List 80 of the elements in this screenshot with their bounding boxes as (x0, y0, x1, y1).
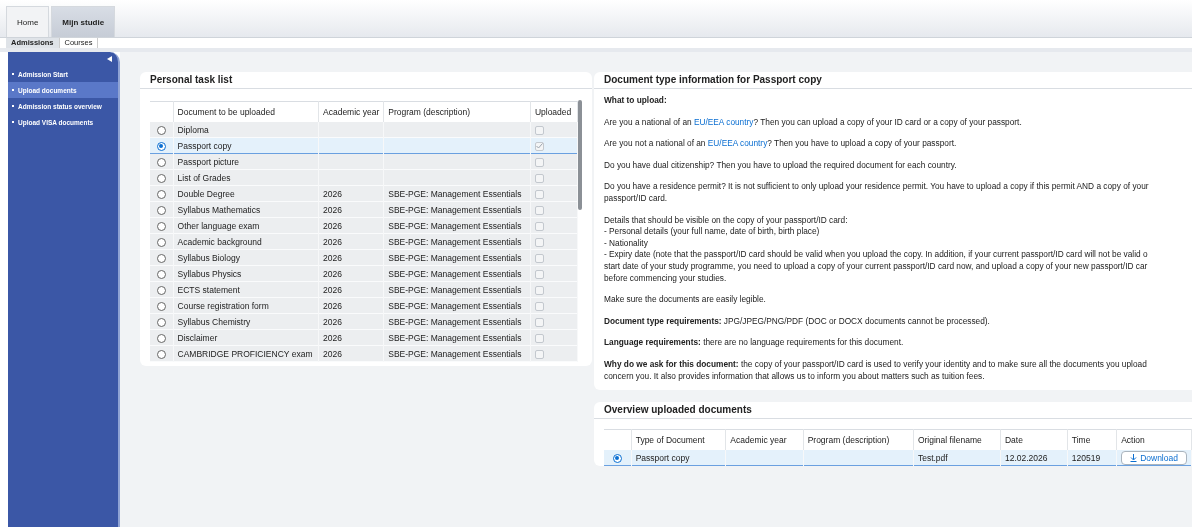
info-paragraph: Make sure the documents are easily legible. (604, 294, 767, 306)
table-cell: Course registration form (177, 300, 269, 311)
table-cell: Test.pdf (917, 452, 948, 463)
table-cell: SBE-PGE: Management Essentials (388, 332, 522, 343)
radio-button[interactable] (156, 237, 166, 247)
table-cell: SBE-PGE: Management Essentials (388, 284, 522, 295)
table-cell: SBE-PGE: Management Essentials (388, 300, 522, 311)
table-cell: SBE-PGE: Management Essentials (388, 252, 522, 263)
table-cell: Passport copy (635, 452, 690, 463)
panel-title: Document type information for Passport copy (594, 72, 1192, 89)
radio-button[interactable] (156, 301, 166, 311)
radio-button[interactable] (156, 333, 166, 343)
download-button[interactable]: Download (1121, 450, 1187, 465)
top-tab[interactable]: Mijn studie (51, 6, 116, 37)
table-cell: 12.02.2026 (1004, 452, 1048, 463)
table-cell: SBE-PGE: Management Essentials (388, 316, 522, 327)
table-cell: 2026 (323, 204, 342, 215)
table-cell: Diploma (177, 124, 209, 135)
table-cell: 2026 (323, 220, 342, 231)
table-cell: SBE-PGE: Management Essentials (388, 204, 522, 215)
table-cell: Syllabus Biology (177, 252, 240, 263)
table-cell: SBE-PGE: Management Essentials (388, 348, 522, 359)
table-cell: 2026 (323, 252, 342, 263)
info-paragraph: Are you a national of an EU/EEA country? Then you can upload a copy of your ID card or a copy of your passport. (604, 116, 1023, 129)
table-cell: SBE-PGE: Management Essentials (388, 220, 522, 231)
collapse-icon[interactable] (107, 56, 112, 62)
info-paragraph: Language requirements: there are no language requirements for this document. (604, 337, 905, 349)
table-cell: 2026 (323, 316, 342, 327)
table-cell: Passport picture (177, 156, 239, 167)
country-link[interactable]: EU/EEA country (693, 116, 754, 127)
radio-button[interactable] (156, 221, 166, 231)
table-row[interactable]: Diploma (150, 122, 578, 138)
table-cell: SBE-PGE: Management Essentials (388, 188, 522, 199)
info-paragraph: Details that should be visible on the copy of your passport/ID card: - Personal details (your full name, date of birth, birth place) - Nationality - Expiry date (note that the passport/ID card should be valid when you upload the copy. In addition, if your current passport/ID card will not be valid o start date of your study programme, you need to upload a copy of your current passport/ID card now, and upload a copy of your new passport/ID car before commencing your studies. (604, 214, 1149, 285)
table-cell: List of Grades (177, 172, 231, 183)
table-cell: SBE-PGE: Management Essentials (388, 236, 522, 247)
top-tab[interactable]: Home (6, 6, 50, 37)
table-cell: 2026 (323, 284, 342, 295)
table-cell: Syllabus Mathematics (177, 204, 261, 215)
radio-button[interactable] (156, 189, 166, 199)
table-cell: 120519 (1071, 452, 1101, 463)
panel-title: Personal task list (140, 72, 592, 89)
table-cell: Double Degree (177, 188, 235, 199)
panel-title: Overview uploaded documents (594, 402, 1192, 420)
info-paragraph: Why do we ask for this document: the copy of your passport/ID card is used to verify your identity and to make sure all the documents you upload concern you. It also provides information that allows us to inform you about matters such as tuition fees. (604, 358, 1148, 383)
radio-button[interactable] (156, 125, 166, 135)
info-paragraph: What to upload: (604, 95, 668, 107)
table-cell: 2026 (323, 236, 342, 247)
radio-button[interactable] (156, 141, 166, 151)
table-cell: 2026 (323, 348, 342, 359)
info-paragraph: Document type requirements: JPG/JPEG/PNG/PDF (DOC or DOCX documents cannot be processed). (604, 315, 991, 328)
table-cell: Other language exam (177, 220, 260, 231)
radio-button[interactable] (156, 253, 166, 263)
radio-button[interactable] (156, 349, 166, 359)
table-cell: SBE-PGE: Management Essentials (388, 268, 522, 279)
table-cell: Disclaimer (177, 332, 218, 343)
info-paragraph: Are you not a national of an EU/EEA country? Then you have to upload a copy of your passport. (604, 138, 958, 150)
radio-button[interactable] (156, 285, 166, 295)
table-cell: 2026 (323, 332, 342, 343)
download-icon (1130, 453, 1138, 462)
table-row[interactable]: Passport copy Test.pdf 12.02.2026 120519 Download (604, 450, 1192, 466)
table-cell: Syllabus Chemistry (177, 316, 251, 327)
table-cell: 2026 (323, 268, 342, 279)
table-cell: CAMBRIDGE PROFICIENCY exam (177, 348, 313, 359)
scrollbar[interactable] (578, 100, 582, 210)
country-link[interactable]: EU/EEA country (707, 138, 768, 149)
table-cell: Academic background (177, 236, 262, 247)
radio-button[interactable] (156, 269, 166, 279)
info-paragraph: Do you have dual citizenship? Then you have to upload the required document for each country. (604, 159, 958, 172)
radio-button[interactable] (156, 205, 166, 215)
radio-button[interactable] (612, 453, 622, 463)
table-cell: Passport copy (177, 140, 232, 151)
table-cell: Syllabus Physics (177, 268, 242, 279)
table-cell: ECTS statement (177, 284, 240, 295)
table-cell: 2026 (323, 188, 342, 199)
radio-button[interactable] (156, 317, 166, 327)
radio-button[interactable] (156, 173, 166, 183)
info-paragraph: Do you have a residence permit? It is not sufficient to only upload your residence permit. You have to upload a copy if this permit AND a copy of your passport/ID card. (604, 181, 1150, 205)
table-cell: 2026 (323, 300, 342, 311)
radio-button[interactable] (156, 157, 166, 167)
